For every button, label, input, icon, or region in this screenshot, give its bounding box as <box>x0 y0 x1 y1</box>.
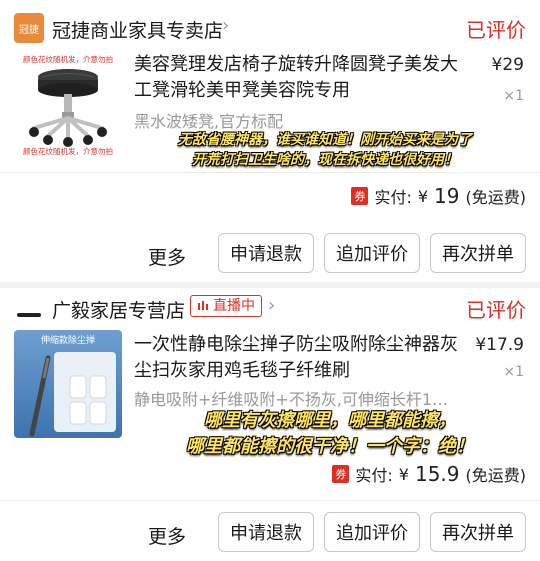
order-actions: 更多 申请退款 追加评价 再次拼单 <box>0 512 540 556</box>
thumb-caption: 伸缩款除尘掸 <box>41 334 95 346</box>
review-comment-line: 无敌省腰神器，谁买谁知道！刚开始买来是为了 <box>178 132 472 148</box>
stool-image: 颜色花纹随机发，介意勿拍 颜色花纹随机发，介意勿拍 <box>14 48 122 156</box>
reorder-button[interactable]: 再次拼单 <box>430 233 526 273</box>
refund-button[interactable]: 申请退款 <box>218 233 314 273</box>
product-spec: 静电吸附+纤维吸附+不扬灰,可伸缩长杆1… <box>134 390 449 409</box>
review-comment-line: 哪里有灰擦哪里，哪里都能擦， <box>204 410 456 431</box>
shop-header[interactable]: 冠捷 冠捷商业家具专卖店 › 已评价 <box>0 0 540 46</box>
live-icon <box>198 301 208 310</box>
shop-logo: 冠捷 <box>14 13 44 43</box>
total-amount: 19 <box>434 184 460 208</box>
divider <box>0 500 540 501</box>
product-title[interactable]: 美容凳理发店椅子旋转升降圆凳子美发大工凳滑轮美甲凳美容院专用 <box>134 52 474 104</box>
order-status: 已评价 <box>466 298 526 322</box>
coupon-icon: 券 <box>332 465 350 483</box>
shop-name[interactable]: 冠捷商业家具专卖店 <box>52 16 223 43</box>
product-thumbnail[interactable]: 伸缩款除尘掸 <box>14 330 122 438</box>
refund-button[interactable]: 申请退款 <box>218 512 314 552</box>
product-title[interactable]: 一次性静电除尘掸子防尘吸附除尘神器灰尘扫灰家用鸡毛毯子纤维刷 <box>134 332 464 384</box>
shop-header[interactable]: 广毅家居专营店 › 已评价 <box>0 288 540 334</box>
total-label: 实付: <box>355 466 393 485</box>
shipping-note: (免运费) <box>465 188 527 207</box>
total-label: 实付: <box>374 188 412 207</box>
thumb-caption-bottom: 颜色花纹随机发，介意勿拍 <box>23 146 113 156</box>
coupon-icon: 券 <box>351 187 369 205</box>
total-currency: ¥ <box>398 464 409 484</box>
product-qty: ×1 <box>503 88 524 104</box>
product-price: ¥17.9 <box>475 335 524 355</box>
divider <box>0 172 540 173</box>
duster-image: 伸缩款除尘掸 <box>14 330 122 438</box>
live-badge[interactable]: 直播中 <box>190 295 262 317</box>
order-card: 广毅家居专营店 › 已评价 伸缩款除尘掸 一次性静电除尘掸子防尘吸附除尘神器灰尘… <box>0 288 540 561</box>
review-comment: 哪里有灰擦哪里，哪里都能擦， 哪里都能擦的很干净！一个字：绝！ <box>130 408 530 460</box>
order-total: 券 实付: ¥15.9 (免运费) <box>332 462 526 486</box>
shop-logo <box>14 300 44 330</box>
product-thumbnail[interactable]: 颜色花纹随机发，介意勿拍 颜色花纹随机发，介意勿拍 <box>14 48 122 156</box>
review-comment-line: 开荒打扫卫生啥的，现在拆快递也很好用！ <box>192 152 458 168</box>
review-comment: 无敌省腰神器，谁买谁知道！刚开始买来是为了 开荒打扫卫生啥的，现在拆快递也很好用… <box>130 130 520 170</box>
add-review-button[interactable]: 追加评价 <box>324 233 420 273</box>
shipping-note: (免运费) <box>465 466 527 485</box>
live-label: 直播中 <box>213 298 255 314</box>
total-amount: 15.9 <box>414 462 460 486</box>
thumb-caption-top: 颜色花纹随机发，介意勿拍 <box>23 54 113 64</box>
reorder-button[interactable]: 再次拼单 <box>430 512 526 552</box>
chevron-right-icon[interactable]: › <box>268 295 275 316</box>
shop-name[interactable]: 广毅家居专营店 <box>52 296 185 323</box>
product-qty: ×1 <box>503 364 524 380</box>
review-comment-line: 哪里都能擦的很干净！一个字：绝！ <box>186 436 474 457</box>
order-actions: 更多 申请退款 追加评价 再次拼单 <box>0 233 540 277</box>
more-button[interactable]: 更多 <box>148 243 186 270</box>
add-review-button[interactable]: 追加评价 <box>324 512 420 552</box>
product-price: ¥29 <box>491 55 524 75</box>
product-spec: 黑水波矮凳,官方标配 <box>134 112 284 131</box>
order-total: 券 实付: ¥19 (免运费) <box>351 184 526 208</box>
order-status: 已评价 <box>466 18 526 42</box>
order-card: 冠捷 冠捷商业家具专卖店 › 已评价 颜色花纹随机发，介意勿拍 颜色花纹随机发，… <box>0 0 540 282</box>
total-currency: ¥ <box>417 186 429 206</box>
chevron-right-icon[interactable]: › <box>222 15 229 36</box>
more-button[interactable]: 更多 <box>148 522 186 549</box>
